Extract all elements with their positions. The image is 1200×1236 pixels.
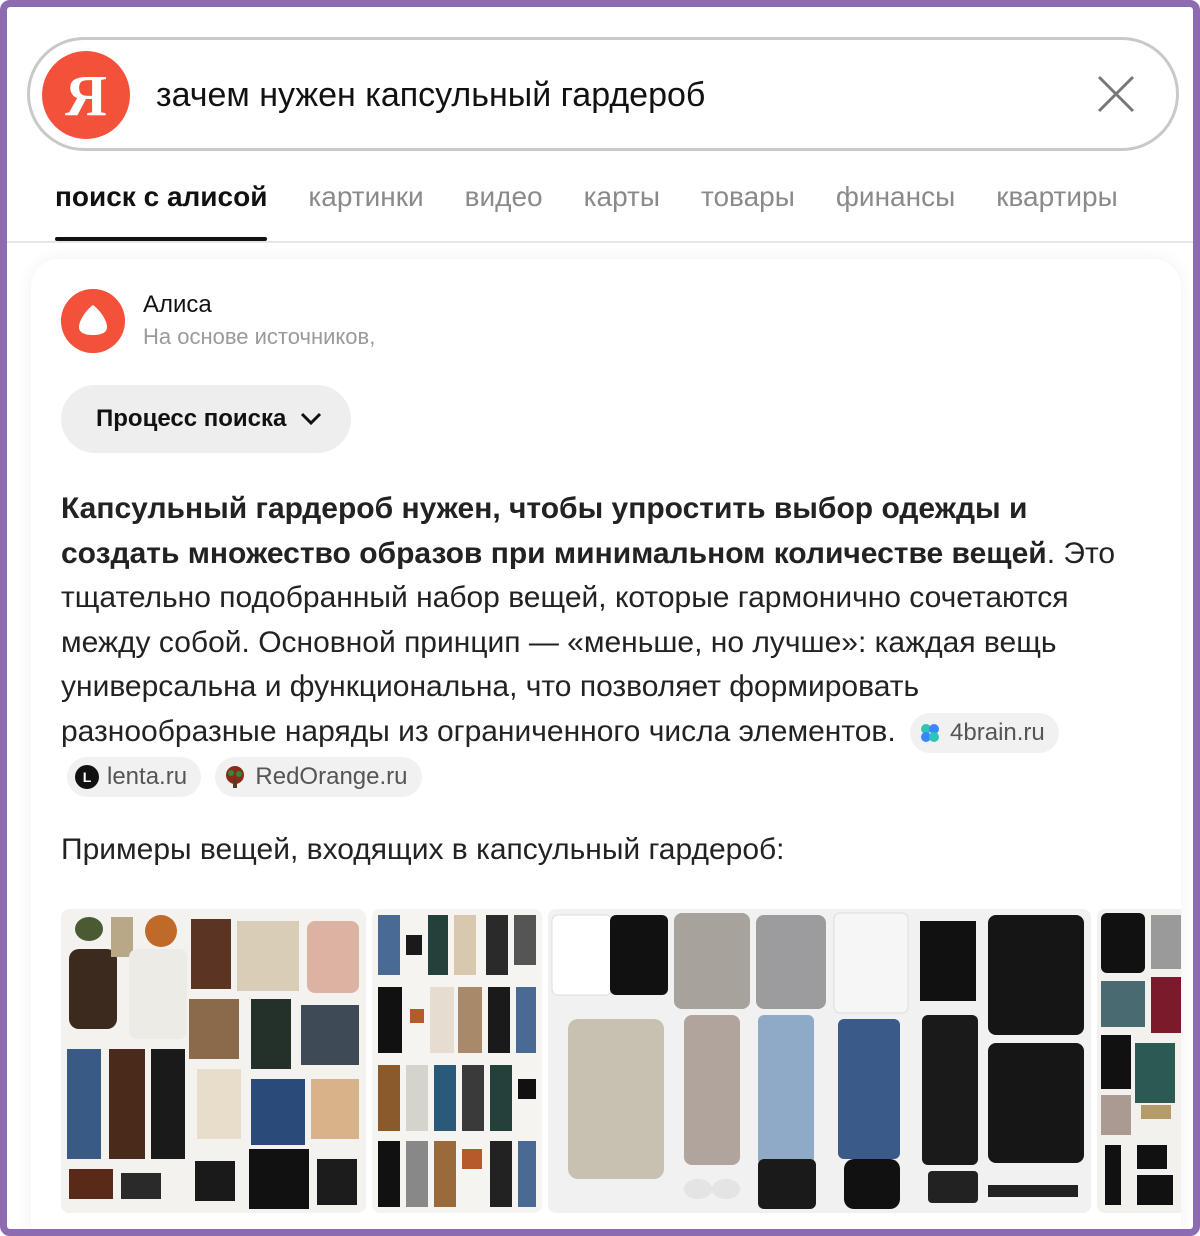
answer-text: Капсульный гардероб нужен, чтобы упрости…: [61, 487, 1141, 799]
gallery-image[interactable]: [372, 909, 542, 1213]
source-label: 4brain.ru: [950, 718, 1045, 746]
search-process-button[interactable]: Процесс поиска: [61, 385, 351, 453]
search-input[interactable]: зачем нужен капсульный гардероб: [156, 76, 705, 115]
lenta-icon: L: [75, 765, 99, 790]
answer-headline: Капсульный гардероб нужен, чтобы упрости…: [61, 492, 1047, 570]
tabs-divider: [7, 241, 1193, 243]
source-chip-lenta[interactable]: L lenta.ru: [67, 757, 202, 798]
gallery-image[interactable]: [548, 909, 1091, 1213]
source-chip-4brain[interactable]: 4brain.ru: [910, 712, 1059, 753]
examples-title: Примеры вещей, входящих в капсульный гар…: [61, 833, 785, 866]
answer-author: Алиса: [143, 291, 212, 318]
gallery-image[interactable]: [1097, 909, 1181, 1213]
search-tabs: поиск с алисой картинки видео карты това…: [55, 177, 1193, 241]
search-process-label: Процесс поиска: [96, 405, 287, 432]
tab-goods[interactable]: товары: [701, 177, 795, 241]
answer-author-subtitle: На основе источников,: [143, 324, 376, 349]
tab-alice-search[interactable]: поиск с алисой: [55, 177, 268, 241]
source-chip-redorange[interactable]: RedOrange.ru: [215, 757, 422, 798]
close-icon[interactable]: [1096, 74, 1136, 114]
4brain-icon: [918, 721, 942, 745]
redorange-icon: [223, 765, 247, 789]
tab-apartments[interactable]: квартиры: [996, 177, 1118, 241]
gallery-image[interactable]: [61, 909, 366, 1213]
tab-images[interactable]: картинки: [308, 177, 423, 241]
alice-icon: [61, 289, 125, 353]
tab-maps[interactable]: карты: [584, 177, 660, 241]
source-label: lenta.ru: [107, 763, 188, 791]
svg-text:L: L: [83, 769, 92, 785]
yandex-logo[interactable]: Я: [42, 51, 130, 139]
tab-video[interactable]: видео: [465, 177, 543, 241]
window-frame: Я зачем нужен капсульный гардероб поиск …: [0, 0, 1200, 1236]
source-label: RedOrange.ru: [255, 763, 408, 791]
search-bar[interactable]: Я зачем нужен капсульный гардероб: [27, 37, 1179, 151]
tab-finance[interactable]: финансы: [836, 177, 955, 241]
image-gallery: [61, 909, 1181, 1213]
answer-headline-tail: .: [1046, 536, 1056, 570]
chevron-down-icon: [301, 412, 322, 426]
alice-answer-card: Алиса На основе источников, Процесс поис…: [31, 259, 1181, 1229]
